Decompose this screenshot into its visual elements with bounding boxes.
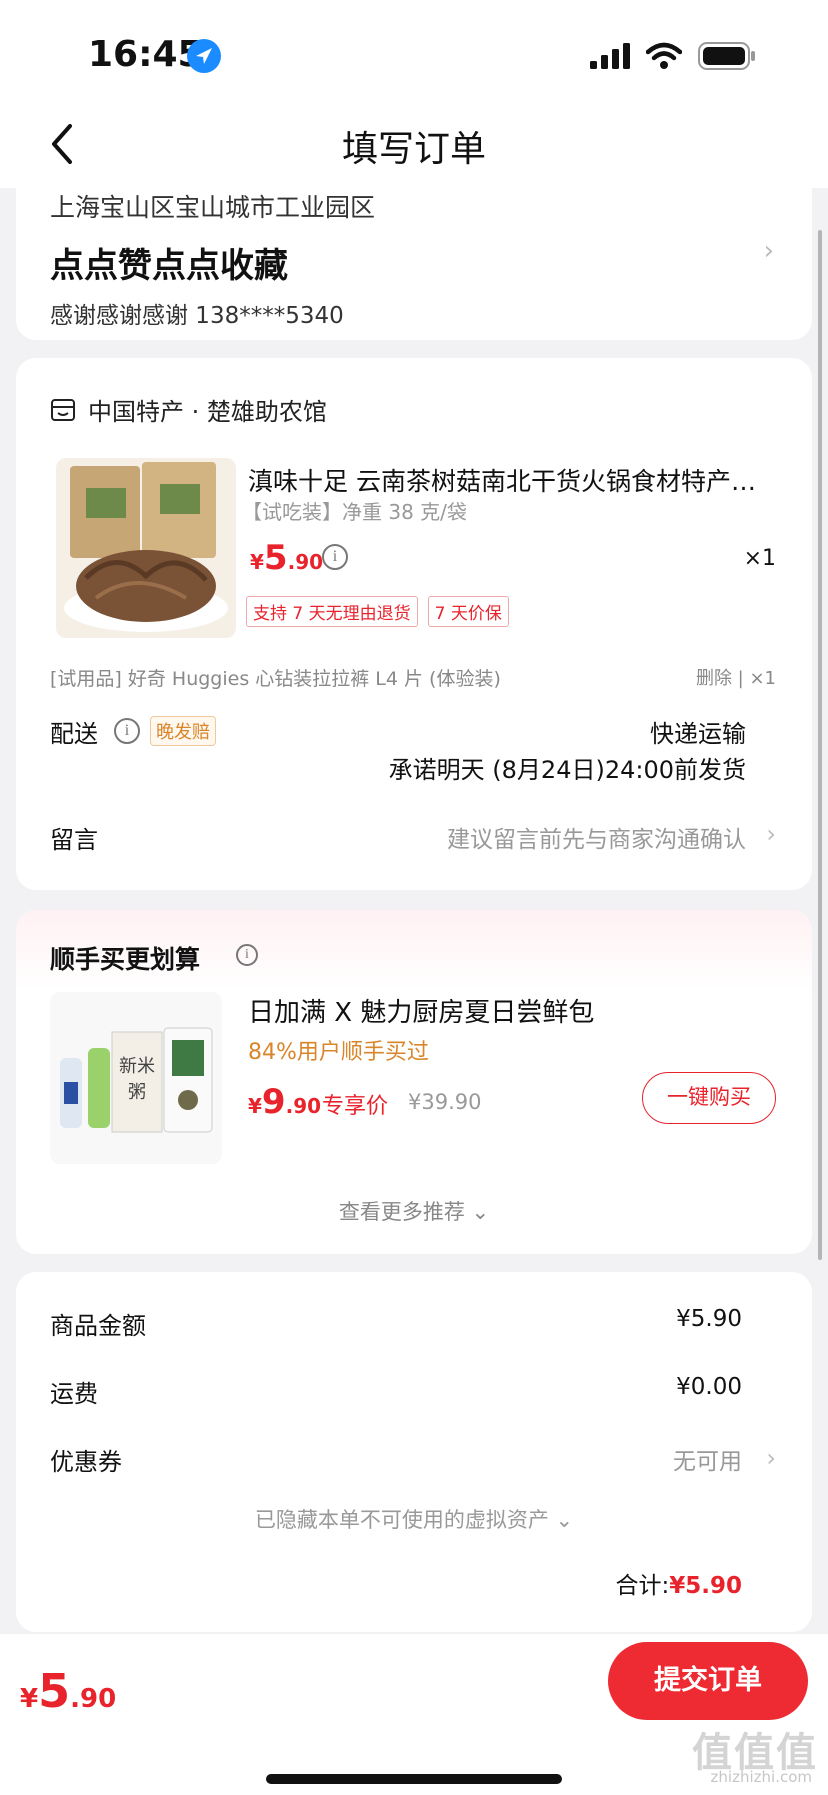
goods-amount-value: ¥5.90 — [676, 1306, 742, 1332]
product-price: ¥5.90 — [250, 538, 323, 578]
price-decimal: .90 — [285, 1094, 322, 1118]
shipping-method: 快递运输 — [650, 720, 746, 748]
recommend-title-text: 顺手买更划算 — [50, 945, 201, 974]
scrollbar[interactable] — [818, 230, 822, 1260]
shipping-label: 配送 — [50, 720, 98, 748]
page-title: 填写订单 — [341, 129, 486, 170]
recommend-subtitle: 84%用户顺手买过 — [248, 1040, 429, 1065]
bottom-price: ¥5.90 — [20, 1664, 116, 1718]
signal-icon — [590, 43, 630, 69]
freight-row: 运费 ¥0.00 — [50, 1374, 742, 1409]
late-compensation-badge: 晚发赔 — [150, 716, 216, 746]
svg-text:粥: 粥 — [128, 1082, 146, 1103]
price-integer: 5 — [263, 538, 288, 578]
total-value: ¥5.90 — [669, 1573, 742, 1599]
coupon-row[interactable]: 优惠券 无可用 — [50, 1442, 742, 1477]
address-detail: 点点赞点点收藏 — [50, 246, 288, 286]
order-card: 中国特产 · 楚雄助农馆 滇味十足 云南茶树菇南北干货火锅食材特产… 【试吃装】… — [16, 358, 812, 890]
coupon-value: 无可用 — [673, 1449, 742, 1475]
wifi-icon — [646, 42, 682, 69]
home-indicator — [266, 1774, 562, 1784]
svg-text:新米: 新米 — [119, 1056, 155, 1077]
message-label: 留言 — [50, 826, 98, 854]
store-icon — [51, 398, 75, 421]
product-title[interactable]: 滇味十足 云南茶树菇南北干货火锅食材特产… — [248, 462, 778, 498]
shipping-info-icon[interactable]: i — [114, 718, 140, 744]
product-spec: 【试吃装】净重 38 克/袋 — [242, 500, 467, 524]
total-label: 合计: — [615, 1573, 670, 1599]
address-card[interactable]: 上海宝山区宝山城市工业园区 点点赞点点收藏 感谢感谢感谢 138****5340… — [16, 170, 812, 340]
address-region: 上海宝山区宝山城市工业园区 — [50, 193, 376, 222]
recommend-card: 顺手买更划算 i 新米 粥 日加满 X 魅力厨房夏日尝鲜包 84%用户顺手买过 … — [16, 910, 812, 1254]
shipping-promise: 承诺明天 (8月24日)24:00前发货 — [388, 756, 746, 784]
price-symbol: ¥ — [250, 550, 264, 574]
recommend-price: ¥9.90 — [248, 1082, 321, 1122]
summary-card: 商品金额 ¥5.90 运费 ¥0.00 优惠券 无可用 › 已隐藏本单不可使用的… — [16, 1272, 812, 1632]
coupon-label: 优惠券 — [50, 1448, 122, 1476]
price-decimal: .90 — [287, 550, 324, 574]
price-symbol: ¥ — [20, 1684, 39, 1714]
watermark-url: zhizhizhi.com — [710, 1768, 812, 1786]
price-integer: 5 — [38, 1664, 71, 1718]
product-tags: 支持 7 天无理由退货 7 天价保 — [246, 596, 509, 627]
goods-amount-label: 商品金额 — [50, 1312, 146, 1340]
status-icons — [590, 42, 756, 70]
submit-order-button[interactable]: 提交订单 — [608, 1642, 808, 1720]
exclusive-label: 专享价 — [322, 1094, 389, 1119]
hidden-assets-toggle[interactable]: 已隐藏本单不可使用的虚拟资产 ⌄ — [16, 1504, 812, 1534]
price-integer: 9 — [261, 1082, 286, 1122]
total-row: 合计:¥5.90 — [615, 1566, 742, 1600]
store-name: 中国特产 · 楚雄助农馆 — [88, 398, 327, 426]
one-click-buy-button[interactable]: 一键购买 — [642, 1072, 776, 1124]
trial-item: [试用品] 好奇 Huggies 心钻装拉拉裤 L4 片 (体验装) — [50, 668, 501, 690]
trial-delete[interactable]: 删除 | ×1 — [696, 664, 776, 690]
goods-amount-row: 商品金额 ¥5.90 — [50, 1306, 742, 1341]
battery-icon — [698, 42, 755, 70]
more-recommend-link[interactable]: 查看更多推荐 ⌄ — [16, 1196, 812, 1226]
message-input[interactable]: 建议留言前先与商家沟通确认 — [447, 820, 746, 854]
price-protect-tag: 7 天价保 — [427, 596, 509, 627]
status-bar: 16:45 — [0, 0, 828, 100]
recommend-name[interactable]: 日加满 X 魅力厨房夏日尝鲜包 — [248, 992, 594, 1029]
recommend-info-icon[interactable]: i — [236, 944, 258, 966]
product-quantity: ×1 — [743, 546, 776, 571]
location-arrow-icon — [187, 39, 221, 73]
product-image[interactable] — [56, 458, 236, 638]
address-contact: 感谢感谢感谢 138****5340 — [50, 303, 344, 329]
recommend-image[interactable]: 新米 粥 — [50, 992, 222, 1164]
chevron-right-icon: › — [766, 820, 776, 848]
return-policy-tag: 支持 7 天无理由退货 — [246, 596, 418, 627]
freight-value: ¥0.00 — [676, 1374, 742, 1400]
price-symbol: ¥ — [248, 1094, 262, 1118]
chevron-right-icon: › — [763, 236, 774, 266]
original-price: ¥39.90 — [408, 1090, 482, 1114]
price-decimal: .90 — [70, 1684, 117, 1714]
recommend-title: 顺手买更划算 — [50, 940, 200, 976]
store-row[interactable]: 中国特产 · 楚雄助农馆 — [50, 392, 327, 427]
price-info-icon[interactable]: i — [322, 544, 348, 570]
freight-label: 运费 — [50, 1380, 98, 1408]
chevron-right-icon: › — [766, 1444, 776, 1472]
